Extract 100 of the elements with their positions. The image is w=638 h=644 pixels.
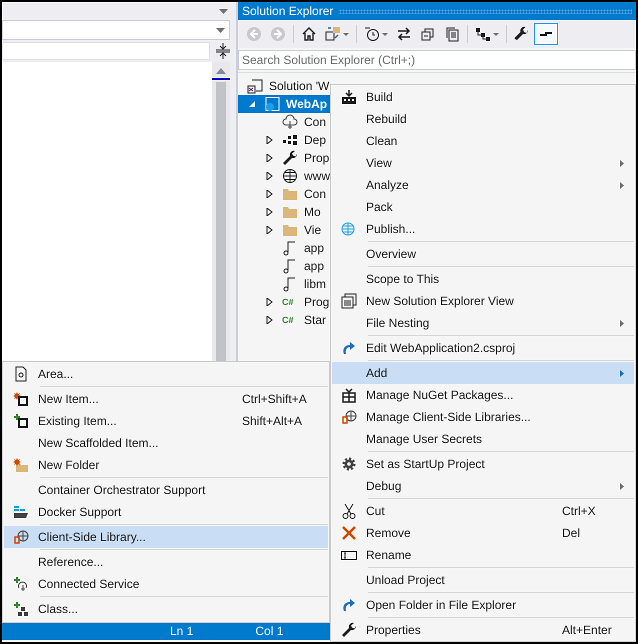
menu-item[interactable]: Docker Support	[4, 501, 328, 523]
tree-item[interactable]: Star	[304, 313, 326, 327]
menu-item[interactable]: Properties Alt+Enter	[332, 619, 634, 641]
menu-item[interactable]: Add	[332, 362, 634, 384]
copy-icon	[444, 26, 460, 42]
build-icon	[341, 89, 357, 105]
menu-item[interactable]: New Folder	[4, 454, 328, 476]
globe-icon	[282, 168, 298, 184]
curved-arrow-icon	[341, 597, 357, 613]
globe-library-icon	[13, 529, 29, 545]
column-number: Col 1	[255, 624, 284, 638]
class-icon	[13, 601, 29, 617]
package-icon	[341, 387, 357, 403]
tree-item[interactable]: Con	[304, 187, 326, 201]
scroll-up-icon[interactable]	[216, 68, 226, 74]
solution-icon	[247, 78, 263, 94]
tree-item[interactable]: Vie	[304, 223, 322, 237]
menu-item[interactable]: Container Orchestrator Support	[4, 479, 328, 501]
preview-button[interactable]	[534, 23, 558, 45]
menu-item[interactable]: Cut Ctrl+X	[332, 500, 634, 522]
submenu-arrow-icon	[620, 482, 624, 490]
menu-item[interactable]: Overview	[332, 243, 634, 265]
search-field[interactable]: Search Solution Explorer (Ctrl+;)	[238, 50, 636, 70]
menu-item[interactable]: New Scaffolded Item...	[4, 432, 328, 454]
csharp-icon: C#	[282, 297, 298, 307]
gear-icon	[341, 456, 357, 472]
file-icon	[282, 276, 298, 292]
shortcut-text: Ctrl+Shift+A	[242, 392, 308, 406]
shortcut-text: Alt+Enter	[562, 623, 613, 637]
project-icon	[264, 96, 280, 112]
menu-item[interactable]: Set as StartUp Project	[332, 453, 634, 475]
switch-views-icon	[325, 26, 341, 42]
expander-icon[interactable]	[266, 316, 274, 324]
caret-icon	[382, 32, 388, 36]
menu-item[interactable]: Open Folder in File Explorer	[332, 594, 634, 616]
sync-icon	[396, 26, 412, 42]
folder-icon	[282, 204, 298, 220]
menu-item[interactable]: Existing Item... Shift+Alt+A	[4, 410, 328, 432]
page-icon	[13, 366, 29, 382]
menu-item[interactable]: Rename	[332, 544, 634, 566]
menu-item[interactable]: Connected Service	[4, 573, 328, 595]
curved-arrow-icon	[341, 340, 357, 356]
expander-icon[interactable]	[266, 190, 274, 198]
menu-item[interactable]: Pack	[332, 196, 634, 218]
tree-item[interactable]: Prop	[304, 151, 330, 165]
menu-item[interactable]: View	[332, 152, 634, 174]
menu-item[interactable]: Unload Project	[332, 569, 634, 591]
plug-icon	[13, 576, 29, 592]
file-icon	[282, 240, 298, 256]
menu-item[interactable]: Edit WebApplication2.csproj	[332, 337, 634, 359]
expander-icon[interactable]	[266, 154, 274, 162]
menu-item[interactable]: New Solution Explorer View	[332, 290, 634, 312]
menu-item[interactable]: Analyze	[332, 174, 634, 196]
back-icon	[246, 26, 262, 42]
ship-icon	[13, 504, 29, 520]
line-number: Ln 1	[170, 624, 194, 638]
scissors-icon	[341, 503, 357, 519]
tree-item[interactable]: Solution 'W	[269, 79, 330, 93]
expander-icon[interactable]	[266, 298, 274, 306]
tree-item[interactable]: www	[304, 169, 330, 183]
menu-item[interactable]: New Item... Ctrl+Shift+A	[4, 388, 328, 410]
split-icon[interactable]	[216, 43, 230, 59]
shortcut-text: Shift+Alt+A	[242, 414, 304, 428]
menu-item[interactable]: Build	[332, 86, 634, 108]
menu-item[interactable]: Remove Del	[332, 522, 634, 544]
remove-icon	[341, 525, 357, 541]
tree-item[interactable]: Con	[304, 115, 326, 129]
window-icon	[341, 293, 357, 309]
menu-item[interactable]: Scope to This	[332, 268, 634, 290]
tree-item[interactable]: Dep	[304, 133, 326, 147]
history-icon	[364, 26, 380, 42]
menu-item[interactable]: Area...	[4, 363, 328, 385]
menu-item[interactable]: Rebuild	[332, 108, 634, 130]
shortcut-text: Del	[562, 526, 582, 540]
input-field[interactable]	[2, 42, 210, 60]
menu-item[interactable]: Reference...	[4, 551, 328, 573]
tree-item[interactable]: app	[304, 259, 324, 273]
tree-item[interactable]: app	[304, 241, 324, 255]
expander-icon[interactable]	[266, 136, 274, 144]
add-file-icon	[13, 413, 29, 429]
menu-item[interactable]: Debug	[332, 475, 634, 497]
menu-item[interactable]: Manage Client-Side Libraries...	[332, 406, 634, 428]
menu-item[interactable]: Manage User Secrets	[332, 428, 634, 450]
menu-item[interactable]: Client-Side Library...	[4, 526, 328, 548]
submenu-arrow-icon	[620, 160, 624, 166]
expander-icon[interactable]	[266, 226, 274, 234]
menu-item[interactable]: Class...	[4, 598, 328, 620]
expander-icon[interactable]	[266, 172, 274, 180]
caret-icon[interactable]	[219, 8, 228, 14]
dropdown-field[interactable]	[2, 20, 230, 40]
menu-item[interactable]: Publish...	[332, 218, 634, 240]
tree-item[interactable]: Mo	[304, 205, 321, 219]
menu-item[interactable]: Manage NuGet Packages...	[332, 384, 634, 406]
expander-icon[interactable]	[266, 208, 274, 216]
menu-item[interactable]: File Nesting	[332, 312, 634, 334]
menu-item[interactable]: Clean	[332, 130, 634, 152]
tree-item[interactable]: Prog	[304, 295, 330, 309]
collapse-icon	[420, 26, 436, 42]
hierarchy-icon	[475, 26, 491, 42]
tree-item[interactable]: libm	[304, 277, 326, 291]
